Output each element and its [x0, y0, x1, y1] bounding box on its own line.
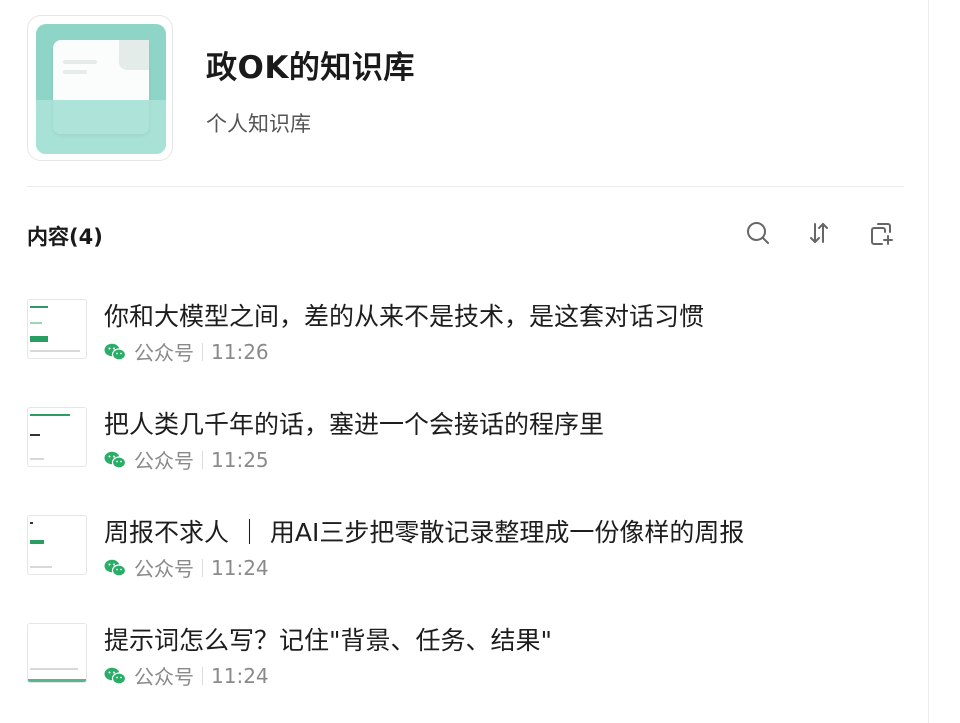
article-source: 公众号 — [134, 665, 194, 689]
article-meta: 公众号 11:24 — [104, 553, 269, 582]
document-folder-icon — [36, 24, 166, 154]
article-source: 公众号 — [134, 449, 194, 473]
list-item[interactable]: 把人类几千年的话，塞进一个会接话的程序里 公众号 11:25 — [27, 407, 887, 474]
separator — [202, 450, 203, 469]
article-title: 周报不求人 ｜ 用AI三步把零散记录整理成一份像样的周报 — [104, 518, 745, 547]
search-button[interactable] — [744, 219, 772, 247]
wechat-icon — [104, 667, 126, 685]
separator — [202, 666, 203, 685]
separator — [202, 342, 203, 361]
article-title: 提示词怎么写？记住"背景、任务、结果" — [104, 626, 552, 655]
search-icon — [747, 222, 769, 244]
article-time: 11:26 — [211, 339, 269, 364]
separator — [202, 558, 203, 577]
article-thumbnail — [27, 299, 87, 359]
article-thumbnail — [27, 515, 87, 575]
article-time: 11:25 — [211, 447, 269, 472]
right-margin — [929, 0, 960, 723]
knowledge-base-cover — [27, 15, 173, 161]
divider — [27, 186, 904, 187]
article-source: 公众号 — [134, 557, 194, 581]
knowledge-base-title: 政OK的知识库 — [206, 50, 415, 86]
article-time: 11:24 — [211, 555, 269, 580]
sort-icon — [810, 223, 828, 243]
article-meta: 公众号 11:24 — [104, 661, 269, 690]
knowledge-base-subtitle: 个人知识库 — [206, 112, 311, 136]
article-meta: 公众号 11:26 — [104, 337, 269, 366]
add-document-icon — [871, 223, 893, 245]
wechat-icon — [104, 559, 126, 577]
list-item[interactable]: 周报不求人 ｜ 用AI三步把零散记录整理成一份像样的周报 公众号 11:24 — [27, 515, 887, 582]
list-item[interactable]: 提示词怎么写？记住"背景、任务、结果" 公众号 11:24 — [27, 623, 887, 690]
article-meta: 公众号 11:25 — [104, 445, 269, 474]
article-time: 11:24 — [211, 663, 269, 688]
article-thumbnail — [27, 623, 87, 683]
article-title: 把人类几千年的话，塞进一个会接话的程序里 — [104, 410, 605, 439]
add-document-button[interactable] — [867, 219, 895, 247]
content-heading: 内容(4) — [27, 225, 103, 249]
wechat-icon — [104, 451, 126, 469]
knowledge-base-panel: 政OK的知识库 个人知识库 内容(4) 你和大模型之间，差的从来不是技术，是这套… — [0, 0, 929, 723]
article-thumbnail — [27, 407, 87, 467]
sort-button[interactable] — [805, 219, 833, 247]
article-source: 公众号 — [134, 341, 194, 365]
article-title: 你和大模型之间，差的从来不是技术，是这套对话习惯 — [104, 302, 705, 331]
list-item[interactable]: 你和大模型之间，差的从来不是技术，是这套对话习惯 公众号 11:26 — [27, 299, 887, 366]
wechat-icon — [104, 343, 126, 361]
